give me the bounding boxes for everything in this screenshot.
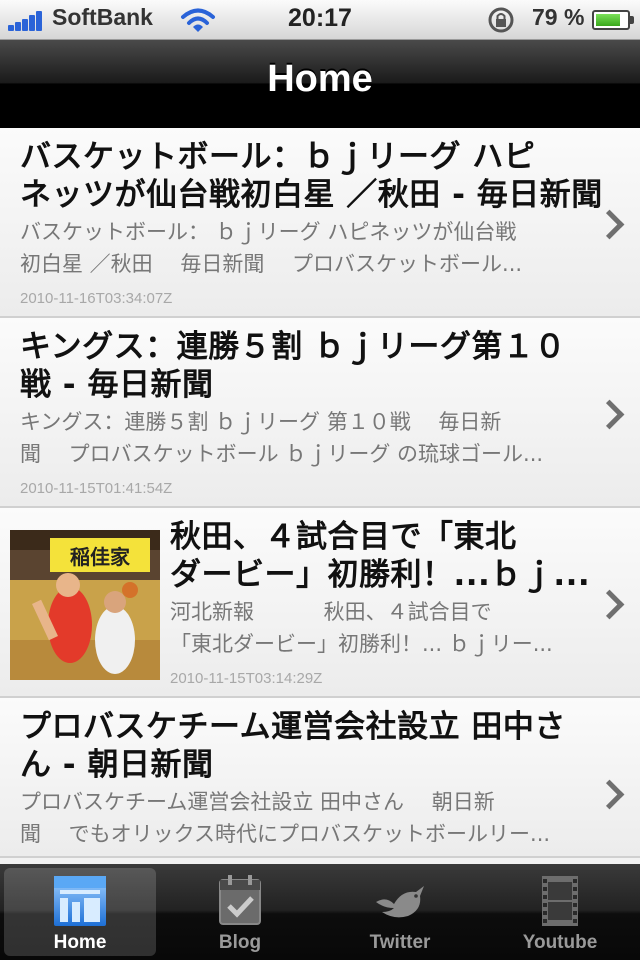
tab-twitter[interactable]: Twitter	[324, 868, 476, 956]
basketball-photo: 稲佳家	[10, 530, 160, 680]
article-summary-line: 「東北ダービー」初勝利！... ｂｊリー...	[170, 632, 553, 656]
article-summary: プロバスケチーム運営会社設立 田中さん 朝日新 聞 でもオリックス時代にプロバス…	[20, 786, 550, 850]
article-summary-line: 河北新報 秋田、４試合目で	[170, 600, 492, 624]
bird-icon	[376, 886, 424, 918]
article-date: 2010-11-16T03:34:07Z	[20, 290, 173, 307]
status-bar: SoftBank 20:17 79 %	[0, 0, 640, 40]
article-date: 2010-11-15T03:14:29Z	[170, 670, 323, 687]
battery-tip	[630, 16, 634, 24]
article-title: キングス：連勝５割 ｂｊリーグ第１０ 戦 - 毎日新聞	[20, 328, 566, 404]
article-date: 2010-11-15T01:41:54Z	[20, 480, 173, 497]
list-item[interactable]: 稲佳家 秋田、４試合目で「東北 ダービー」初勝利！...ｂｊ... 河北新報 秋…	[0, 508, 640, 698]
article-title-line: 秋田、４試合目で「東北	[170, 519, 517, 555]
article-summary-line: バスケットボール： ｂｊリーグ ハピネッツが仙台戦	[20, 220, 517, 244]
article-summary-line: 聞 でもオリックス時代にプロバスケットボールリー...	[20, 822, 551, 846]
list-item[interactable]: プロバスケチーム運営会社設立 田中さ ん - 朝日新聞 プロバスケチーム運営会社…	[0, 698, 640, 858]
home-icon	[54, 876, 106, 926]
article-title: バスケットボール：ｂｊリーグ ハピ ネッツが仙台戦初白星 ／秋田 - 毎日新聞	[20, 138, 603, 214]
article-list[interactable]: バスケットボール：ｂｊリーグ ハピ ネッツが仙台戦初白星 ／秋田 - 毎日新聞 …	[0, 128, 640, 858]
article-summary: 河北新報 秋田、４試合目で 「東北ダービー」初勝利！... ｂｊリー...	[170, 596, 553, 660]
article-thumbnail: 稲佳家	[10, 530, 160, 680]
rotation-lock-icon	[488, 7, 514, 33]
article-summary-line: 初白星 ／秋田 毎日新聞 プロバスケットボール...	[20, 252, 523, 276]
tab-blog[interactable]: Blog	[164, 868, 316, 956]
list-item[interactable]: バスケットボール：ｂｊリーグ ハピ ネッツが仙台戦初白星 ／秋田 - 毎日新聞 …	[0, 128, 640, 318]
article-title: 秋田、４試合目で「東北 ダービー」初勝利！...ｂｊ...	[170, 518, 590, 594]
article-summary: キングス：連勝５割 ｂｊリーグ 第１０戦 毎日新 聞 プロバスケットボール ｂｊ…	[20, 406, 543, 470]
tab-youtube[interactable]: Youtube	[484, 868, 636, 956]
article-summary-line: 聞 プロバスケットボール ｂｊリーグ の琉球ゴール...	[20, 442, 544, 466]
article-title-line: ん - 朝日新聞	[20, 747, 214, 783]
article-summary: バスケットボール： ｂｊリーグ ハピネッツが仙台戦 初白星 ／秋田 毎日新聞 プ…	[20, 216, 522, 280]
battery-level-fill	[596, 14, 620, 26]
chevron-right-icon	[594, 589, 625, 620]
battery-percent: 79 %	[532, 4, 585, 30]
calendar-check-icon	[219, 875, 261, 925]
article-title-line: 戦 - 毎日新聞	[20, 367, 214, 403]
chevron-right-icon	[594, 399, 625, 430]
article-summary-line: キングス：連勝５割 ｂｊリーグ 第１０戦 毎日新	[20, 410, 502, 434]
battery-icon	[592, 10, 630, 30]
tab-bar: Home Blog Twitter Youtube	[0, 864, 640, 960]
page-title: Home	[267, 58, 373, 100]
chevron-right-icon	[594, 779, 625, 810]
article-summary-line: プロバスケチーム運営会社設立 田中さん 朝日新	[20, 790, 495, 814]
article-title-line: ネッツが仙台戦初白星 ／秋田 - 毎日新聞	[20, 177, 603, 213]
list-item[interactable]: キングス：連勝５割 ｂｊリーグ第１０ 戦 - 毎日新聞 キングス：連勝５割 ｂｊ…	[0, 318, 640, 508]
film-icon	[542, 876, 578, 926]
article-title-line: ダービー」初勝利！...ｂｊ...	[170, 557, 591, 593]
article-title-line: キングス：連勝５割 ｂｊリーグ第１０	[20, 329, 566, 365]
chevron-right-icon	[594, 209, 625, 240]
tab-label: Youtube	[522, 932, 598, 953]
tab-home[interactable]: Home	[4, 868, 156, 956]
tab-label: Blog	[218, 932, 262, 953]
tab-label: Home	[53, 932, 107, 953]
tab-label: Twitter	[369, 932, 431, 953]
article-title-line: プロバスケチーム運営会社設立 田中さ	[20, 709, 566, 745]
navigation-bar: Home	[0, 40, 640, 128]
article-title-line: バスケットボール：ｂｊリーグ ハピ	[20, 139, 536, 175]
article-title: プロバスケチーム運営会社設立 田中さ ん - 朝日新聞	[20, 708, 566, 784]
banner-text: 稲佳家	[70, 545, 131, 569]
